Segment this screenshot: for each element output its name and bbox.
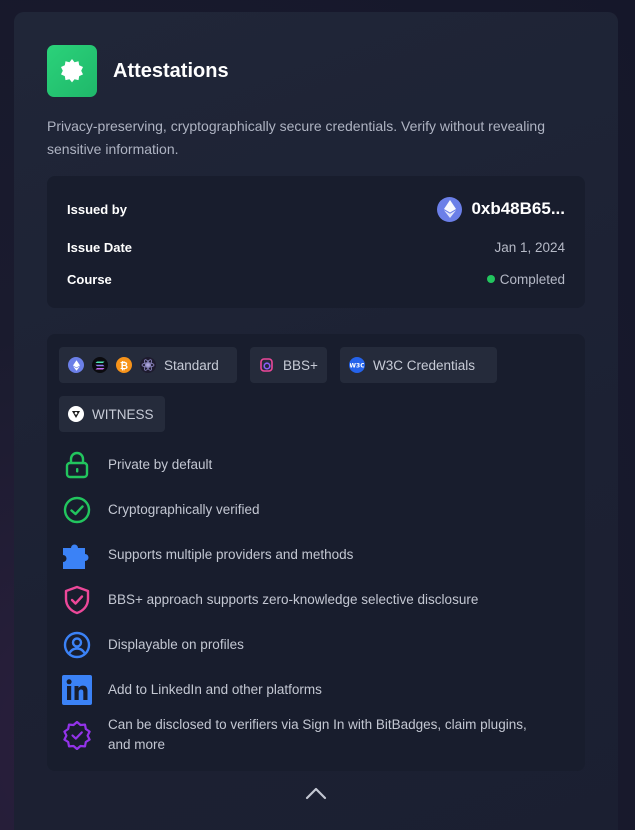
issued-by-row: Issued by 0xb48B65... — [67, 194, 565, 224]
feature-text: Add to LinkedIn and other platforms — [108, 682, 322, 697]
chevron-up-icon — [305, 787, 327, 800]
ethereum-icon — [68, 357, 84, 373]
course-row: Course Completed — [67, 268, 565, 290]
chip-witness-label: WITNESS — [92, 406, 154, 422]
card-header: Attestations — [47, 45, 229, 97]
status-dot — [486, 275, 495, 283]
verified-badge-icon — [61, 719, 93, 751]
issue-date-row: Issue Date Jan 1, 2024 — [67, 236, 565, 258]
svg-text:₿: ₿ — [120, 360, 128, 371]
course-label: Course — [67, 271, 112, 287]
attestations-card: Attestations Privacy-preserving, cryptog… — [14, 12, 618, 830]
badge-seal-icon — [47, 45, 97, 97]
check-circle-icon — [61, 494, 93, 526]
issue-date-label: Issue Date — [67, 239, 133, 255]
chip-standard-label: Standard — [164, 357, 219, 373]
user-circle-icon — [61, 629, 93, 661]
chip-bbs-label: BBS+ — [283, 357, 318, 373]
features-panel: ₿ Standard BBS+ W3C W3C Credentials WITN… — [47, 334, 585, 771]
feature-text: BBS+ approach supports zero-knowledge se… — [108, 592, 479, 607]
lock-icon — [61, 449, 93, 481]
svg-text:W3C: W3C — [350, 363, 364, 370]
w3c-icon: W3C — [349, 357, 365, 373]
course-status-text: Completed — [499, 271, 565, 287]
issued-by-label: Issued by — [67, 201, 127, 217]
collapse-button[interactable] — [305, 786, 327, 802]
chip-bbs[interactable]: BBS+ — [250, 347, 327, 383]
page-title: Attestations — [113, 59, 229, 82]
chip-w3c-label: W3C Credentials — [373, 357, 476, 373]
course-status: Completed — [486, 271, 565, 287]
issue-date-value: Jan 1, 2024 — [494, 239, 565, 255]
issuer-address[interactable]: 0xb48B65... — [437, 196, 565, 222]
list-item: Supports multiple providers and methods — [61, 539, 353, 571]
feature-text: Cryptographically verified — [108, 502, 260, 517]
feature-text: Private by default — [108, 457, 213, 472]
chip-standard[interactable]: ₿ Standard — [59, 347, 237, 383]
feature-text: Displayable on profiles — [108, 637, 244, 652]
shield-check-icon — [61, 584, 93, 616]
description: Privacy-preserving, cryptographically se… — [47, 118, 545, 157]
feature-text: Supports multiple providers and methods — [108, 547, 354, 562]
chip-witness[interactable]: WITNESS — [59, 396, 165, 432]
list-item: Can be disclosed to verifiers via Sign I… — [61, 717, 527, 752]
cosmos-icon — [140, 357, 156, 373]
chip-w3c[interactable]: W3C W3C Credentials — [340, 347, 497, 383]
list-item: Cryptographically verified — [61, 494, 260, 526]
list-item: Displayable on profiles — [61, 629, 244, 661]
list-item: Add to LinkedIn and other platforms — [61, 674, 322, 706]
bbs-icon — [259, 357, 275, 373]
ethereum-icon — [437, 196, 463, 222]
linkedin-icon — [61, 674, 93, 706]
puzzle-icon — [61, 539, 93, 571]
issuer-address-text: 0xb48B65... — [471, 199, 565, 218]
feature-text: Can be disclosed to verifiers via Sign I… — [108, 717, 527, 752]
bitcoin-icon: ₿ — [116, 357, 132, 373]
credential-info-panel: Issued by 0xb48B65... Issue Date Jan 1, … — [47, 176, 585, 308]
list-item: Private by default — [61, 449, 212, 481]
witness-icon — [68, 406, 84, 422]
solana-icon — [92, 357, 108, 373]
list-item: BBS+ approach supports zero-knowledge se… — [61, 584, 478, 616]
